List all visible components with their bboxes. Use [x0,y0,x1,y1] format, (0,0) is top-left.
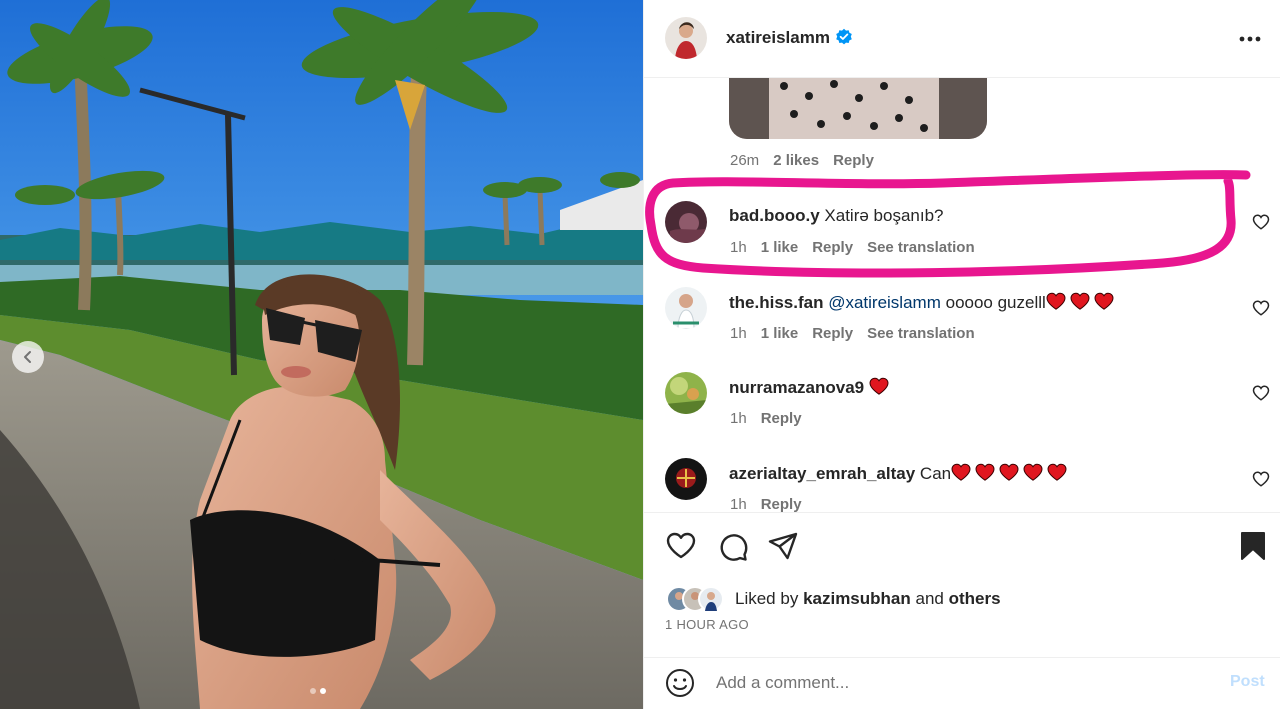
carousel-previous-button[interactable] [12,341,44,373]
comment-item: nurramazanova9 1h Reply [644,372,1280,442]
reply-likes-link[interactable]: 2 likes [773,152,819,169]
heart-emojis [869,377,889,395]
comment-reply-button[interactable]: Reply [812,239,853,256]
post-header: xatireislamm [644,0,1280,78]
comment-body: azerialtay_emrah_altay Can [729,463,1067,484]
share-icon[interactable] [767,530,799,562]
comment-time: 1h [730,239,747,256]
post-media[interactable] [0,0,643,709]
red-heart-emoji-icon [869,377,889,395]
see-translation-button[interactable]: See translation [867,239,975,256]
comment-icon[interactable] [717,530,749,562]
like-comment-heart-icon[interactable] [1252,470,1270,488]
commenter-username[interactable]: azerialtay_emrah_altay [729,464,915,483]
commenter-avatar[interactable] [665,287,707,329]
comment-body: nurramazanova9 [729,377,889,398]
red-heart-emoji-icon [951,463,971,481]
comment-text: Can [919,464,952,483]
comment-reply-button[interactable]: Reply [761,410,802,427]
like-comment-heart-icon[interactable] [1252,213,1270,231]
comment-meta: 1h Reply [730,410,802,427]
comment-meta: 1h 1 like Reply See translation [730,239,975,256]
commenter-username[interactable]: bad.booo.y [729,206,820,225]
red-heart-emoji-icon [1094,292,1114,310]
like-comment-heart-icon[interactable] [1252,384,1270,402]
comment-text: Xatirə boşanıb? [824,206,944,225]
reply-meta: 26m 2 likes Reply [730,152,874,169]
comment-body: the.hiss.fan @xatireislamm ooooo guzelll [729,292,1114,313]
liked-by-prefix: Liked by [735,589,799,608]
comment-body: bad.booo.y Xatirə boşanıb? [729,206,944,226]
carousel-dot [310,688,316,694]
red-heart-emoji-icon [999,463,1019,481]
post-comment-button[interactable]: Post [1230,673,1265,691]
reply-time: 26m [730,152,760,169]
liked-by-connector: and [915,589,944,608]
heart-emojis [1046,292,1114,310]
verified-badge-icon [836,28,852,45]
heart-icon[interactable] [665,530,697,562]
post-side-panel: xatireislamm 26m 2 likes Reply bad.booo.… [643,0,1280,709]
commenter-avatar[interactable] [665,372,707,414]
post-photo [0,0,643,709]
red-heart-emoji-icon [1047,463,1067,481]
liked-by-avatars[interactable] [666,586,726,612]
bookmark-icon[interactable] [1237,530,1269,562]
red-heart-emoji-icon [975,463,995,481]
comment-image-attachment[interactable] [729,78,987,139]
comment-item: azerialtay_emrah_altay Can 1h Reply [644,458,1280,512]
comment-time: 1h [730,410,747,427]
red-heart-emoji-icon [1023,463,1043,481]
commenter-avatar[interactable] [665,201,707,243]
post-actions: Liked by kazimsubhan and others 1 HOUR A… [644,512,1280,657]
liked-by-text: Liked by kazimsubhan and others [735,589,1001,609]
author-username[interactable]: xatireislamm [726,28,830,48]
emoji-icon[interactable] [665,668,695,698]
liked-by-others-link[interactable]: others [949,589,1001,608]
comment-likes-link[interactable]: 1 like [761,239,799,256]
red-heart-emoji-icon [1070,292,1090,310]
comment-input[interactable] [716,670,1216,696]
comment-reply-button[interactable]: Reply [812,325,853,342]
author-avatar[interactable] [665,17,707,59]
carousel-dot-active [320,688,326,694]
liked-by-user-link[interactable]: kazimsubhan [803,589,911,608]
red-heart-emoji-icon [1046,292,1066,310]
comment-meta: 1h 1 like Reply See translation [730,325,975,342]
add-comment-bar: Post [644,657,1280,709]
commenter-username[interactable]: the.hiss.fan [729,293,823,312]
carousel-dots [310,688,326,694]
comment-mention-link[interactable]: @xatireislamm [828,293,941,312]
post-timestamp[interactable]: 1 HOUR AGO [665,617,749,632]
comment-likes-link[interactable]: 1 like [761,325,799,342]
commenter-avatar[interactable] [665,458,707,500]
comment-time: 1h [730,325,747,342]
see-translation-button[interactable]: See translation [867,325,975,342]
heart-emojis [951,463,1067,481]
comment-item: bad.booo.y Xatirə boşanıb? 1h 1 like Rep… [644,201,1280,271]
comment-item: the.hiss.fan @xatireislamm ooooo guzelll… [644,287,1280,357]
more-horizontal-icon [1239,36,1261,42]
like-comment-heart-icon[interactable] [1252,299,1270,317]
comment-meta: 1h Reply [730,496,802,512]
more-options-button[interactable] [1237,26,1263,52]
reply-button[interactable]: Reply [833,152,874,169]
comment-text: ooooo guzelll [945,293,1046,312]
comment-reply-button[interactable]: Reply [761,496,802,512]
commenter-username[interactable]: nurramazanova9 [729,378,864,397]
comments-list[interactable]: 26m 2 likes Reply bad.booo.y Xatirə boşa… [644,78,1280,512]
comment-time: 1h [730,496,747,512]
chevron-left-icon [24,351,31,363]
